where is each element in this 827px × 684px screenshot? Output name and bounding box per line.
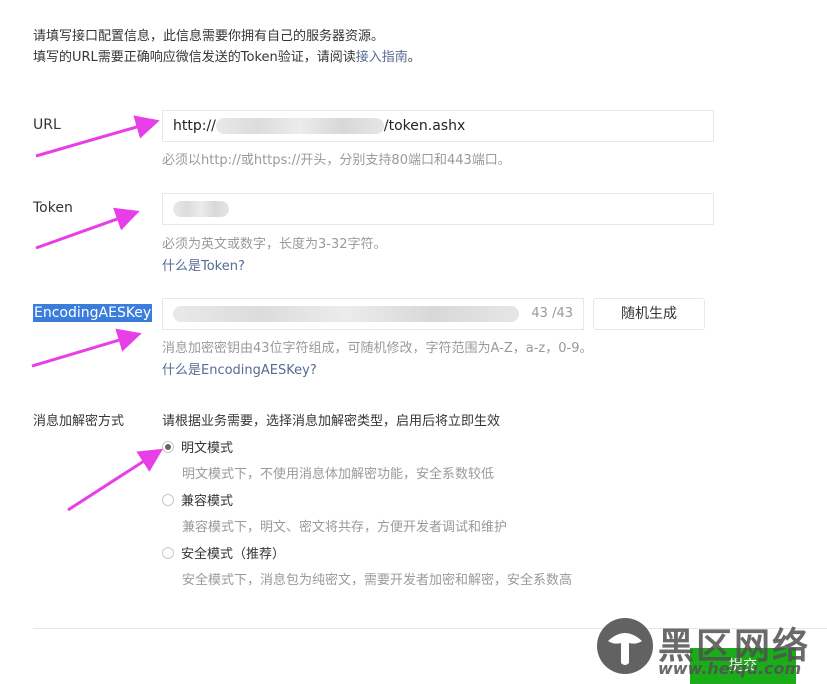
radio-plaintext-desc: 明文模式下，不使用消息体加解密功能，安全系数较低 xyxy=(182,467,495,482)
arrow-to-aes xyxy=(31,328,142,368)
intro-line-1: 请填写接口配置信息，此信息需要你拥有自己的服务器资源。 xyxy=(33,29,385,44)
url-input[interactable]: http:// /token.ashx xyxy=(162,110,714,142)
token-input[interactable] xyxy=(162,193,714,225)
generate-key-button[interactable]: 随机生成 xyxy=(593,298,705,330)
arrow-to-token xyxy=(35,207,140,250)
aes-label: EncodingAESKey xyxy=(33,304,153,322)
watermark-logo-icon xyxy=(597,618,653,674)
radio-plaintext-label: 明文模式 xyxy=(181,441,234,456)
token-hint: 必须为英文或数字，长度为3-32字符。 xyxy=(162,237,387,252)
radio-compatible[interactable]: 兼容模式 xyxy=(162,490,233,509)
url-blurred-host xyxy=(215,118,384,134)
url-label: URL xyxy=(33,117,61,133)
token-help-link[interactable]: 什么是Token? xyxy=(162,255,245,274)
url-value-suffix: /token.ashx xyxy=(383,118,466,134)
radio-secure[interactable]: 安全模式（推荐） xyxy=(162,543,285,562)
aes-char-counter: 43 /43 xyxy=(531,306,573,321)
aes-help-link[interactable]: 什么是EncodingAESKey? xyxy=(162,359,317,378)
intro-text: 请填写接口配置信息，此信息需要你拥有自己的服务器资源。 填写的URL需要正确响应… xyxy=(33,26,421,68)
url-hint: 必须以http://或https://开头，分别支持80端口和443端口。 xyxy=(162,153,511,168)
encrypt-mode-label: 消息加解密方式 xyxy=(33,414,125,429)
encrypt-mode-description: 请根据业务需要，选择消息加解密类型，启用后将立即生效 xyxy=(162,414,501,429)
aes-blurred-value xyxy=(173,306,519,322)
radio-secure-desc: 安全模式下，消息包为纯密文，需要开发者加密和解密，安全系数高 xyxy=(182,573,573,588)
radio-plaintext[interactable]: 明文模式 xyxy=(162,437,233,456)
token-label: Token xyxy=(33,200,73,216)
arrow-to-plaintext xyxy=(67,448,164,512)
radio-secure-indicator[interactable] xyxy=(162,546,174,559)
watermark: 黑区网络 www.heiqu.com xyxy=(596,615,826,681)
radio-compatible-label: 兼容模式 xyxy=(181,494,234,509)
guide-link[interactable]: 接入指南 xyxy=(356,50,408,65)
intro-line-2: 填写的URL需要正确响应微信发送的Token验证，请阅读接入指南。 xyxy=(33,50,421,65)
radio-compatible-desc: 兼容模式下，明文、密文将共存，方便开发者调试和维护 xyxy=(182,520,508,535)
aes-input[interactable]: 43 /43 xyxy=(162,298,584,330)
radio-compatible-indicator[interactable] xyxy=(162,493,174,506)
watermark-site: www.heiqu.com xyxy=(658,659,802,678)
radio-secure-label: 安全模式（推荐） xyxy=(181,547,286,562)
radio-plaintext-indicator[interactable] xyxy=(162,440,174,453)
aes-hint: 消息加密密钥由43位字符组成，可随机修改，字符范围为A-Z，a-z，0-9。 xyxy=(162,341,593,356)
token-blurred-value xyxy=(173,201,229,217)
url-value-prefix: http:// xyxy=(173,118,216,134)
